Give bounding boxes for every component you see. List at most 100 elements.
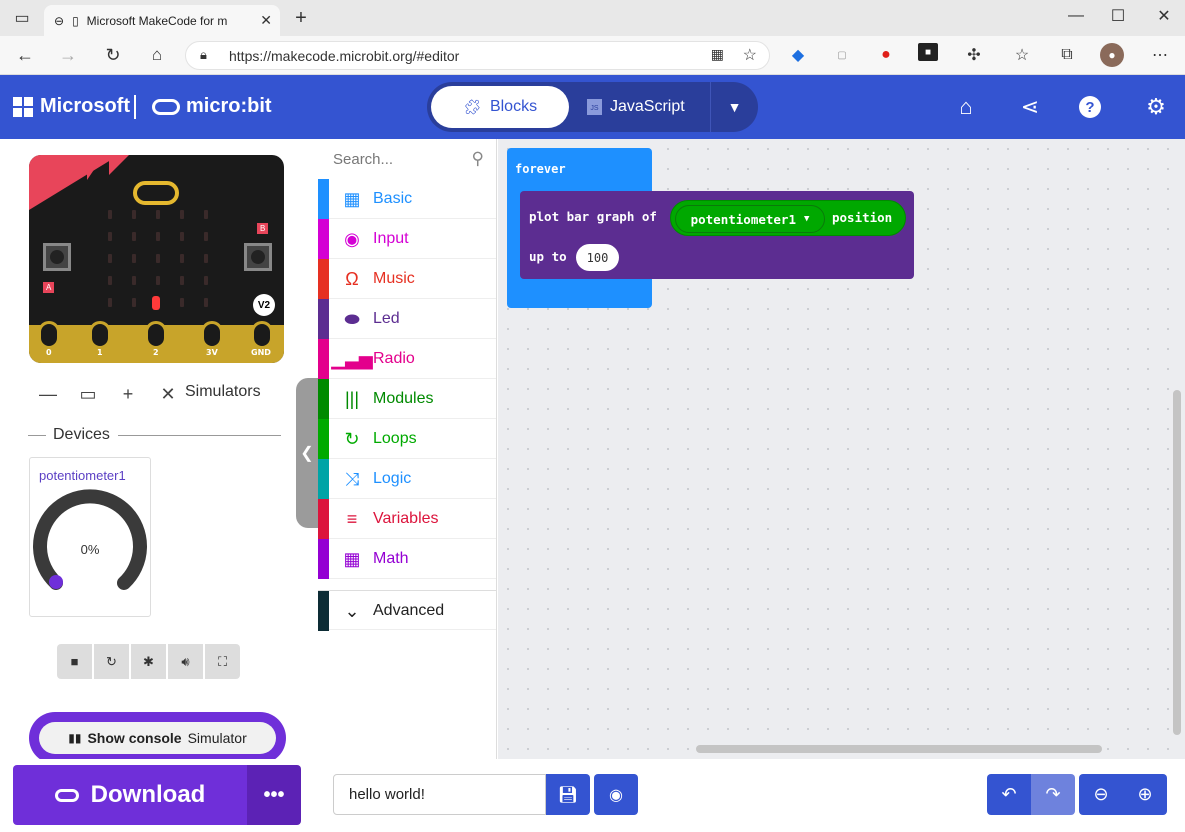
minimize-icon[interactable]: — bbox=[1064, 4, 1088, 28]
show-console-button[interactable]: ▮▮ Show console Simulator bbox=[29, 712, 286, 764]
debug-icon[interactable]: ✱ bbox=[131, 644, 166, 679]
category-logic[interactable]: ⤨ Logic bbox=[318, 459, 496, 499]
led bbox=[204, 298, 208, 307]
extension-shield-icon[interactable]: ◆ bbox=[786, 43, 810, 67]
category-math[interactable]: ▦ Math bbox=[318, 539, 496, 579]
language-dropdown-button[interactable]: ▼ bbox=[710, 82, 758, 132]
browser-menu-icon[interactable]: ⋯ bbox=[1148, 43, 1172, 67]
lock-icon: 🔒︎ bbox=[200, 47, 207, 62]
extension-dom-icon[interactable]: ■ bbox=[918, 43, 938, 61]
category-modules[interactable]: ||| Modules bbox=[318, 379, 496, 419]
maximize-icon[interactable]: ☐ bbox=[1106, 4, 1130, 28]
fullscreen-icon[interactable]: ⛶ bbox=[205, 644, 240, 679]
pin-1[interactable] bbox=[89, 321, 111, 349]
download-more-button[interactable]: ••• bbox=[247, 765, 301, 825]
search-icon[interactable]: ⚲ bbox=[472, 149, 484, 169]
back-icon[interactable]: ← bbox=[13, 43, 37, 67]
pin-gnd[interactable] bbox=[251, 321, 273, 349]
url-text: https://makecode.microbit.org/#editor bbox=[229, 47, 460, 64]
extension-stop-icon[interactable]: ● bbox=[874, 43, 898, 67]
github-button[interactable]: ◉ bbox=[594, 774, 638, 815]
restart-icon[interactable]: ↻ bbox=[94, 644, 129, 679]
help-icon[interactable]: ? bbox=[1079, 96, 1101, 118]
close-window-icon[interactable]: ✕ bbox=[1152, 4, 1176, 28]
plot-bar-graph-block[interactable]: plot bar graph of potentiometer1 ▼ posit… bbox=[520, 191, 914, 279]
microbit-board[interactable]: A B V2 0 1 2 3V GND bbox=[29, 155, 284, 363]
url-field[interactable]: 🔒︎ https://makecode.microbit.org/#editor… bbox=[185, 41, 770, 70]
version-badge: V2 bbox=[253, 294, 275, 316]
toolbox-search[interactable]: Search... ⚲ bbox=[318, 139, 496, 179]
led bbox=[180, 276, 184, 285]
undo-button[interactable]: ↶ bbox=[987, 774, 1031, 815]
category-radio[interactable]: ▁▃▅ Radio bbox=[318, 339, 496, 379]
category-label: Input bbox=[373, 230, 409, 247]
microbit-logo-touch-icon[interactable] bbox=[133, 181, 179, 205]
devices-header: Devices bbox=[28, 426, 281, 446]
pin-2[interactable] bbox=[145, 321, 167, 349]
favorites-icon[interactable]: ☆ bbox=[1010, 43, 1034, 67]
zoom-out-button[interactable]: ⊖ bbox=[1079, 774, 1123, 815]
close-icon[interactable]: ✕ bbox=[148, 384, 188, 405]
address-bar-row: ← → ↻ ⌂ 🔒︎ https://makecode.microbit.org… bbox=[0, 36, 1185, 75]
category-led[interactable]: ⬬ Led bbox=[318, 299, 496, 339]
minus-icon[interactable]: — bbox=[28, 384, 68, 405]
potentiometer-card: potentiometer1 0% bbox=[29, 457, 151, 617]
extensions-icon[interactable]: ✣ bbox=[962, 43, 986, 67]
category-color-bar bbox=[318, 259, 329, 299]
home-button-icon[interactable]: ⌂ bbox=[952, 93, 980, 121]
category-variables[interactable]: ≡ Variables bbox=[318, 499, 496, 539]
sound-icon[interactable]: 🔊︎ bbox=[168, 644, 203, 679]
blocks-mode-button[interactable]: 🧩︎ Blocks bbox=[431, 86, 569, 128]
pin-3v[interactable] bbox=[201, 321, 223, 349]
stop-icon[interactable]: ■ bbox=[57, 644, 92, 679]
download-button[interactable]: Download bbox=[13, 765, 247, 825]
collections-icon[interactable]: ⧉ bbox=[1055, 43, 1079, 67]
redo-button[interactable]: ↷ bbox=[1031, 774, 1075, 815]
category-input[interactable]: ◉ Input bbox=[318, 219, 496, 259]
pin-0[interactable] bbox=[38, 321, 60, 349]
forward-icon[interactable]: → bbox=[56, 43, 80, 67]
app-available-icon[interactable]: ▦ bbox=[711, 46, 724, 63]
button-b[interactable] bbox=[244, 243, 272, 271]
up-to-value-field[interactable]: 100 bbox=[576, 244, 619, 271]
zoom-in-button[interactable]: ⊕ bbox=[1123, 774, 1167, 815]
potentiometer-position-block[interactable]: potentiometer1 ▼ position bbox=[670, 200, 906, 236]
category-label: Modules bbox=[373, 390, 434, 407]
category-loops[interactable]: ↻ Loops bbox=[318, 419, 496, 459]
profile-avatar-icon[interactable]: ● bbox=[1100, 43, 1124, 67]
tab-actions-icon[interactable]: ▭ bbox=[10, 6, 34, 30]
favorite-add-icon[interactable]: ☆ bbox=[743, 45, 757, 65]
bar-chart-icon: ▮▮ bbox=[68, 731, 82, 745]
up-to-label: up to bbox=[529, 249, 567, 264]
led bbox=[180, 298, 184, 307]
category-basic[interactable]: ▦ Basic bbox=[318, 179, 496, 219]
devices-icon[interactable]: ▭ bbox=[68, 384, 108, 405]
button-a-label: A bbox=[43, 282, 55, 293]
settings-gear-icon[interactable]: ⚙ bbox=[1142, 93, 1170, 121]
target-icon: ◉ bbox=[344, 228, 360, 249]
save-button[interactable]: 💾︎ bbox=[546, 774, 590, 815]
plus-icon[interactable]: + bbox=[108, 384, 148, 405]
extension-tex-icon[interactable]: ▢ bbox=[830, 43, 854, 67]
home-icon[interactable]: ⌂ bbox=[145, 43, 169, 67]
browser-tab[interactable]: ⊖ ▯ Microsoft MakeCode for mi ✕ bbox=[44, 5, 280, 36]
close-tab-icon[interactable]: ✕ bbox=[260, 12, 272, 29]
led bbox=[204, 210, 208, 219]
caret-down-icon: ▼ bbox=[803, 214, 810, 224]
button-a[interactable] bbox=[43, 243, 71, 271]
button-b-label: B bbox=[257, 223, 269, 234]
microbit-logo[interactable]: micro:bit bbox=[152, 95, 272, 118]
js-file-icon: JS bbox=[587, 99, 602, 115]
javascript-mode-button[interactable]: JS JavaScript bbox=[587, 86, 707, 128]
headphones-icon: Ω bbox=[345, 268, 359, 289]
workspace-vertical-scrollbar[interactable] bbox=[1173, 390, 1181, 735]
category-music[interactable]: Ω Music bbox=[318, 259, 496, 299]
potentiometer-dropdown[interactable]: potentiometer1 ▼ bbox=[675, 205, 825, 233]
collapse-simulator-button[interactable]: ❮ bbox=[296, 378, 318, 528]
new-tab-icon[interactable]: + bbox=[289, 6, 313, 30]
refresh-icon[interactable]: ↻ bbox=[101, 43, 125, 67]
workspace-horizontal-scrollbar[interactable] bbox=[696, 745, 1102, 753]
project-name-field[interactable]: hello world! bbox=[333, 774, 546, 815]
share-icon[interactable]: ⋖ bbox=[1016, 93, 1044, 121]
category-advanced[interactable]: ⌄ Advanced bbox=[318, 590, 496, 631]
